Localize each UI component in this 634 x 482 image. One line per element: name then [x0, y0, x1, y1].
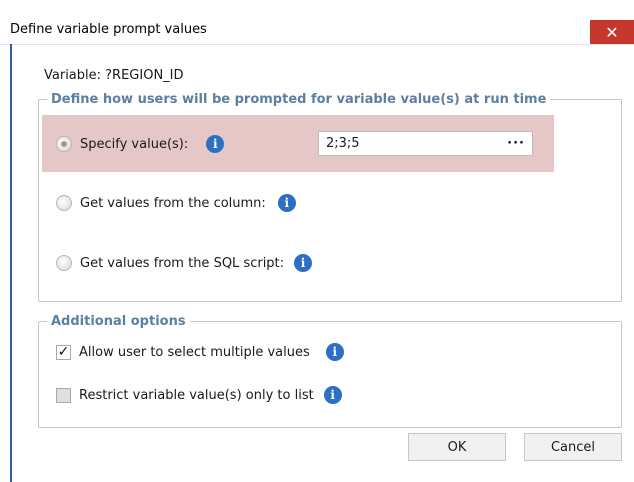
info-icon[interactable]: i: [323, 386, 342, 404]
option-restrict-to-list[interactable]: Restrict variable value(s) only to list …: [56, 386, 342, 404]
info-icon[interactable]: i: [277, 194, 296, 212]
close-button[interactable]: ✕: [590, 20, 634, 44]
info-icon[interactable]: i: [206, 135, 225, 153]
values-field-text: 2;3;5: [326, 136, 360, 151]
ok-label: OK: [447, 439, 467, 455]
cancel-button[interactable]: Cancel: [524, 433, 622, 461]
additional-options-legend: Additional options: [51, 314, 186, 329]
allow-multiple-label: Allow user to select multiple values: [79, 344, 310, 360]
variable-line: Variable: ?REGION_ID: [44, 68, 184, 83]
dialog-window: Define variable prompt values ✕ Variable…: [0, 0, 634, 482]
allow-multiple-checkbox[interactable]: ✓: [56, 344, 71, 360]
close-icon: ✕: [605, 22, 619, 42]
additional-options-group: Additional options: [38, 314, 622, 428]
sql-values-radio[interactable]: [56, 255, 72, 271]
option-column-values[interactable]: Get values from the column: i: [56, 194, 296, 212]
specify-values-radio[interactable]: [56, 136, 72, 152]
specify-values-label: Specify value(s):: [80, 136, 189, 152]
browse-values-button[interactable]: ···: [507, 136, 525, 151]
info-icon[interactable]: i: [294, 254, 313, 272]
variable-label: Variable:: [44, 68, 102, 83]
restrict-to-list-label: Restrict variable value(s) only to list: [79, 387, 314, 403]
ok-button[interactable]: OK: [408, 433, 506, 461]
sql-values-label: Get values from the SQL script:: [80, 255, 285, 271]
column-values-radio[interactable]: [56, 195, 72, 211]
title-bar: Define variable prompt values ✕: [0, 0, 634, 45]
prompt-method-legend: Define how users will be prompted for va…: [51, 92, 547, 107]
option-specify-values[interactable]: Specify value(s): i: [56, 135, 225, 153]
restrict-to-list-checkbox[interactable]: [56, 387, 71, 403]
cancel-label: Cancel: [550, 439, 596, 455]
dialog-title: Define variable prompt values: [10, 22, 207, 37]
window-left-border: [10, 44, 12, 482]
column-values-label: Get values from the column:: [80, 195, 266, 211]
info-icon[interactable]: i: [325, 343, 344, 361]
variable-name: ?REGION_ID: [105, 68, 184, 83]
values-field[interactable]: 2;3;5 ···: [318, 131, 533, 156]
option-sql-values[interactable]: Get values from the SQL script: i: [56, 254, 313, 272]
option-allow-multiple[interactable]: ✓ Allow user to select multiple values i: [56, 343, 344, 361]
